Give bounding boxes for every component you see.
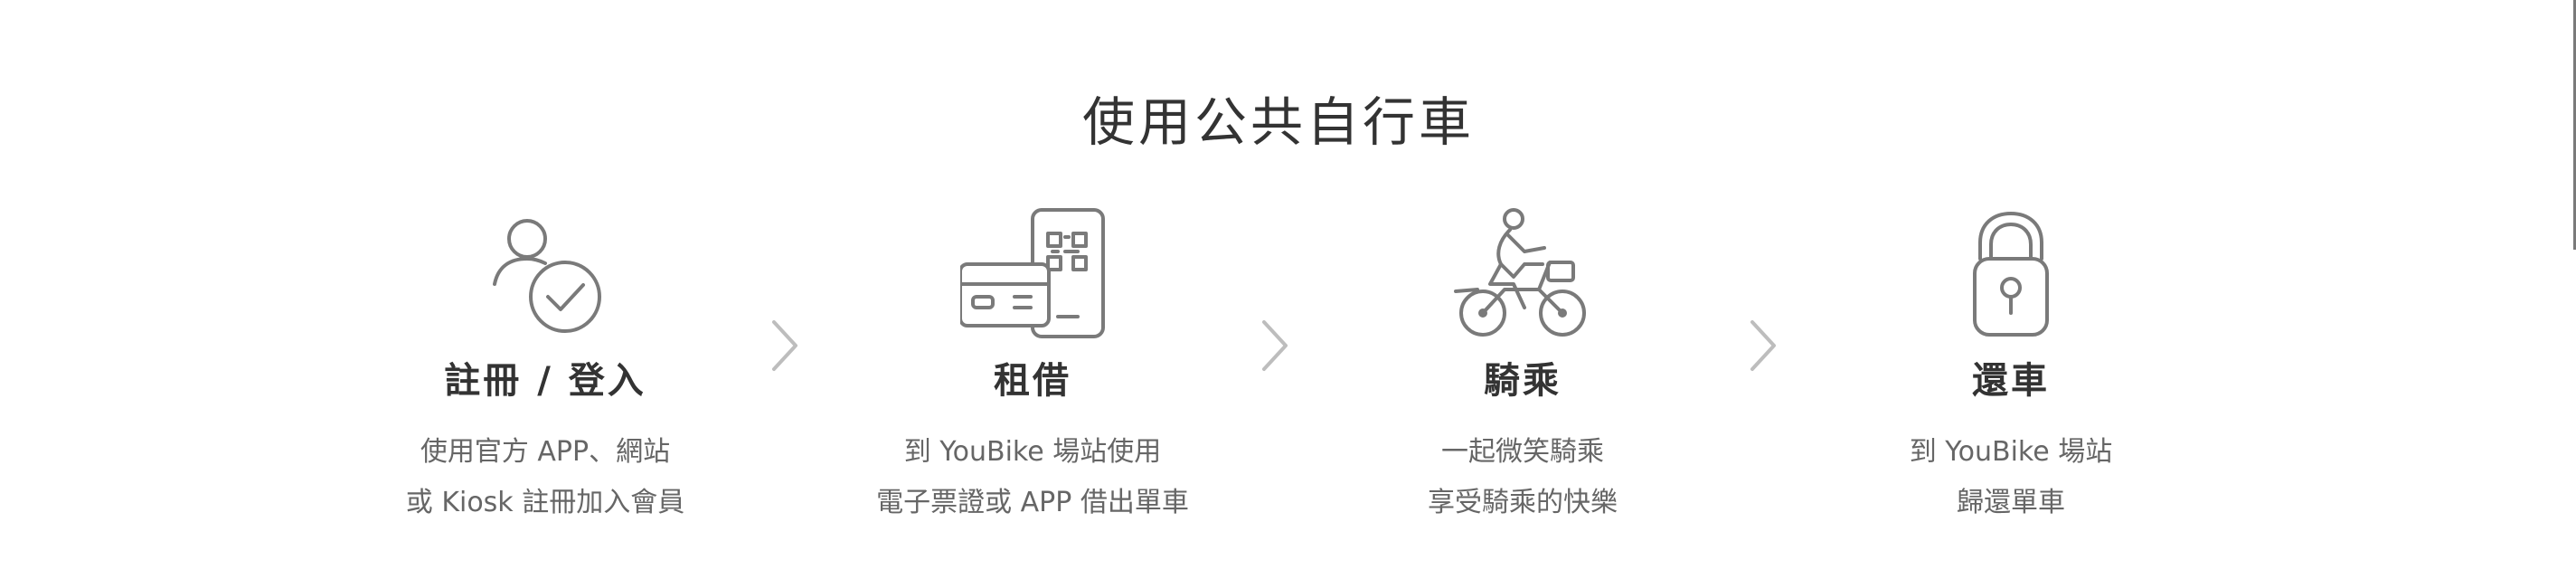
step-description: 到 YouBike 場站 歸還單車 bbox=[1758, 427, 2264, 528]
step-return: 還車 到 YouBike 場站 歸還單車 bbox=[1758, 201, 2264, 528]
step-ride: 騎乘 一起微笑騎乘 享受騎乘的快樂 bbox=[1269, 201, 1776, 528]
step-title: 租借 bbox=[994, 360, 1071, 402]
step-title: 騎乘 bbox=[1484, 360, 1562, 402]
step-register: 註冊 / 登入 使用官方 APP、網站 或 Kiosk 註冊加入會員 bbox=[292, 201, 798, 528]
step-description: 使用官方 APP、網站 或 Kiosk 註冊加入會員 bbox=[292, 427, 798, 528]
step-description: 一起微笑騎乘 享受騎乘的快樂 bbox=[1269, 427, 1776, 528]
bicycle-rider-icon bbox=[1450, 201, 1595, 346]
public-bike-steps-section: 使用公共自行車 註冊 / 登入 使用官方 APP、網站 或 Kiosk 註冊加入… bbox=[0, 0, 2576, 579]
user-check-icon bbox=[473, 201, 618, 346]
padlock-icon bbox=[1939, 201, 2083, 346]
step-title: 還車 bbox=[1972, 360, 2050, 402]
step-description-line: 到 YouBike 場站 bbox=[1909, 436, 2113, 468]
step-description-line: 歸還單車 bbox=[1957, 487, 2065, 518]
step-rent: 租借 到 YouBike 場站使用 電子票證或 APP 借出單車 bbox=[779, 201, 1286, 528]
section-title: 使用公共自行車 bbox=[1081, 91, 1475, 153]
step-description-line: 一起微笑騎乘 bbox=[1441, 436, 1604, 468]
step-title: 註冊 / 登入 bbox=[444, 360, 646, 402]
step-description-line: 電子票證或 APP 借出單車 bbox=[876, 487, 1189, 518]
step-description: 到 YouBike 場站使用 電子票證或 APP 借出單車 bbox=[779, 427, 1286, 528]
card-phone-qr-icon bbox=[960, 201, 1105, 346]
step-description-line: 使用官方 APP、網站 bbox=[420, 436, 671, 468]
step-description-line: 到 YouBike 場站使用 bbox=[903, 436, 1162, 468]
step-description-line: 或 Kiosk 註冊加入會員 bbox=[405, 487, 685, 518]
step-description-line: 享受騎乘的快樂 bbox=[1428, 487, 1618, 518]
